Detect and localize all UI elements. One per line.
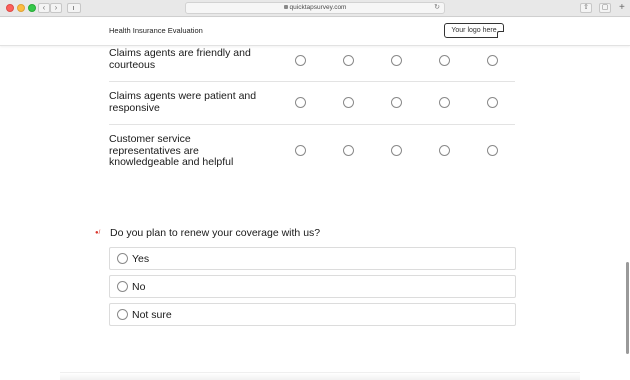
answer-option-label: Not sure bbox=[132, 309, 172, 321]
matrix-radio[interactable] bbox=[343, 145, 354, 156]
answer-option-not-sure[interactable]: Not sure bbox=[109, 303, 516, 326]
matrix-radio[interactable] bbox=[487, 97, 498, 108]
matrix-row: Claims agents are friendly and courteous bbox=[109, 46, 515, 82]
maximize-window-button[interactable] bbox=[28, 4, 36, 12]
matrix-radio[interactable] bbox=[343, 55, 354, 66]
back-icon[interactable]: ‹ bbox=[38, 3, 50, 13]
lock-icon bbox=[283, 5, 288, 9]
matrix-row: Claims agents were patient and responsiv… bbox=[109, 82, 515, 125]
logo-placeholder: Your logo here bbox=[444, 23, 504, 38]
new-tab-icon[interactable]: + bbox=[619, 2, 625, 14]
answer-option-yes[interactable]: Yes bbox=[109, 247, 516, 270]
matrix-radio[interactable] bbox=[295, 97, 306, 108]
browser-toolbar: ‹ › quicktapsurvey.com ↻ ⇧ ▢ + bbox=[0, 0, 630, 17]
matrix-radio[interactable] bbox=[487, 55, 498, 66]
matrix-radio[interactable] bbox=[295, 145, 306, 156]
radio-icon[interactable] bbox=[117, 253, 128, 264]
logo-fold-icon bbox=[497, 31, 504, 38]
address-bar[interactable]: quicktapsurvey.com ↻ bbox=[185, 2, 445, 14]
scrollbar-thumb[interactable] bbox=[626, 262, 629, 354]
matrix-radio[interactable] bbox=[487, 145, 498, 156]
question-title: Do you plan to renew your coverage with … bbox=[110, 227, 321, 239]
minimize-window-button[interactable] bbox=[17, 4, 25, 12]
matrix-row-label: Claims agents are friendly and courteous bbox=[109, 47, 251, 71]
answer-option-label: No bbox=[132, 281, 146, 293]
matrix-radio[interactable] bbox=[439, 145, 450, 156]
matrix-radio[interactable] bbox=[295, 55, 306, 66]
tabs-overview-icon[interactable]: ▢ bbox=[599, 3, 611, 13]
matrix-row: Customer service representatives are kno… bbox=[109, 125, 515, 175]
required-icon: ●/ bbox=[95, 230, 101, 236]
matrix-row-label: Customer service representatives are kno… bbox=[109, 133, 234, 168]
matrix-radio[interactable] bbox=[391, 145, 402, 156]
matrix-radio[interactable] bbox=[343, 97, 354, 108]
share-icon[interactable]: ⇧ bbox=[580, 3, 592, 13]
matrix-row-label: Claims agents were patient and responsiv… bbox=[109, 90, 257, 114]
answer-option-no[interactable]: No bbox=[109, 275, 516, 298]
matrix-radio[interactable] bbox=[439, 55, 450, 66]
url-text: quicktapsurvey.com bbox=[289, 4, 347, 11]
matrix-radio[interactable] bbox=[391, 97, 402, 108]
matrix-radio[interactable] bbox=[439, 97, 450, 108]
radio-icon[interactable] bbox=[117, 309, 128, 320]
survey-header: Health Insurance Evaluation Your logo he… bbox=[0, 18, 630, 46]
logo-text: Your logo here bbox=[451, 27, 497, 34]
radio-icon[interactable] bbox=[117, 281, 128, 292]
survey-title: Health Insurance Evaluation bbox=[109, 26, 203, 35]
answer-option-label: Yes bbox=[132, 253, 150, 265]
reload-icon[interactable]: ↻ bbox=[434, 3, 440, 13]
sidebar-toggle-icon[interactable] bbox=[67, 3, 81, 13]
page-footer-edge bbox=[60, 372, 580, 380]
matrix-radio[interactable] bbox=[391, 55, 402, 66]
forward-icon[interactable]: › bbox=[50, 3, 62, 13]
close-window-button[interactable] bbox=[6, 4, 14, 12]
